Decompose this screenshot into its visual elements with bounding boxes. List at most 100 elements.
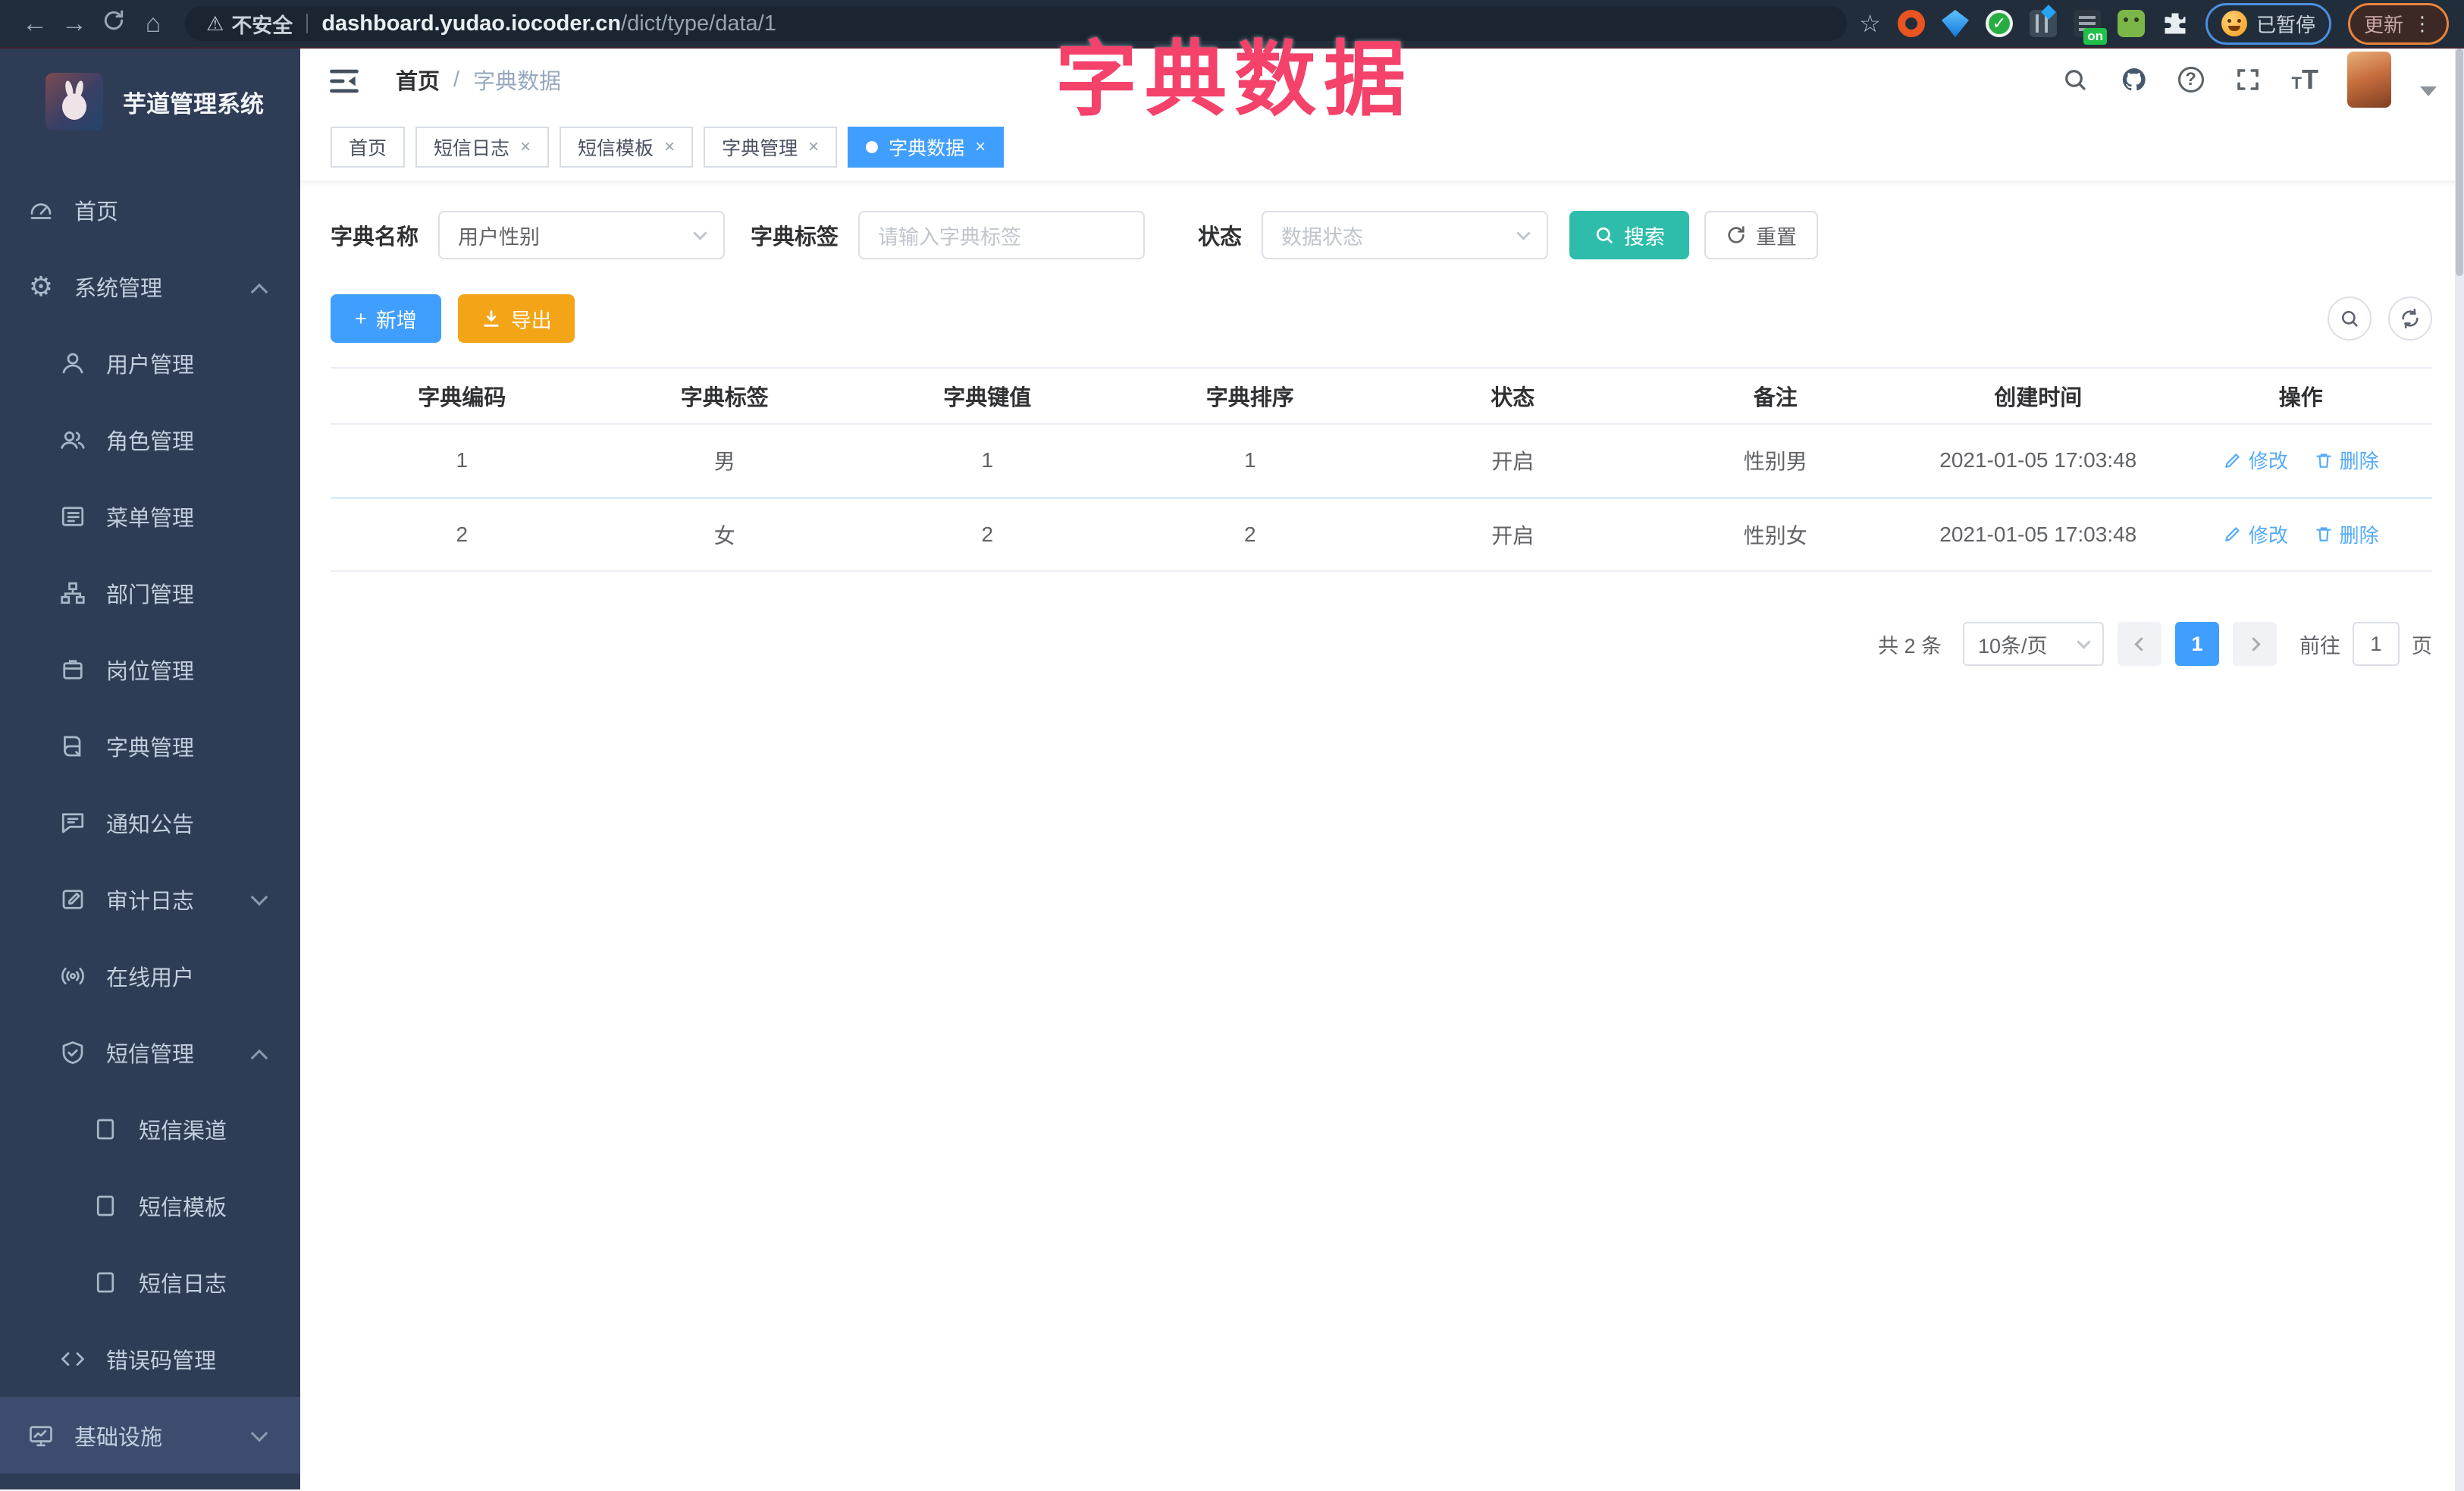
breadcrumb-separator: / bbox=[453, 67, 460, 92]
screen: ← → ⌂ ⚠ 不安全 dashboard.yudao.iocoder.cn /… bbox=[0, 0, 2464, 1491]
close-icon[interactable]: × bbox=[520, 137, 531, 158]
refresh-button[interactable] bbox=[2388, 297, 2432, 341]
post-badge-icon bbox=[58, 654, 88, 685]
avatar-caret-icon[interactable] bbox=[2420, 86, 2437, 96]
extension-robot-icon[interactable] bbox=[2117, 10, 2145, 37]
tab-dict-data[interactable]: 字典数据 × bbox=[848, 127, 1005, 168]
sidebar-item-user-mgmt[interactable]: 用户管理 bbox=[0, 325, 300, 401]
sidebar: 芋道管理系统 首页 ⚙ 系统管理 用户管理 角色管理 菜单管理 部门管理 岗位管… bbox=[0, 49, 300, 1489]
edit-button[interactable]: 修改 bbox=[2223, 520, 2288, 548]
sidebar-item-sms-mgmt[interactable]: 短信管理 bbox=[0, 1014, 300, 1091]
kebab-menu-icon[interactable]: ⋮ bbox=[2412, 12, 2433, 36]
sidebar-item-role-mgmt[interactable]: 角色管理 bbox=[0, 401, 300, 478]
sidebar-item-menu-mgmt[interactable]: 菜单管理 bbox=[0, 478, 300, 554]
sidebar-item-home[interactable]: 首页 bbox=[0, 171, 300, 248]
sidebar-item-notice[interactable]: 通知公告 bbox=[0, 784, 300, 861]
sidebar-item-system-mgmt[interactable]: ⚙ 系统管理 bbox=[0, 248, 300, 325]
extension-orange-icon[interactable] bbox=[1897, 10, 1925, 37]
delete-button[interactable]: 删除 bbox=[2314, 446, 2379, 474]
chevron-left-icon bbox=[2133, 636, 2149, 651]
page-unit-label: 页 bbox=[2412, 634, 2432, 658]
toggle-search-button[interactable] bbox=[2328, 297, 2372, 341]
table-row[interactable]: 2 女 2 2 开启 性别女 2021-01-05 17:03:48 修改 删除 bbox=[331, 498, 2432, 572]
sidebar-item-sms-template[interactable]: 短信模板 bbox=[0, 1167, 300, 1244]
table-settings bbox=[2328, 297, 2432, 341]
reset-button[interactable]: 重置 bbox=[1704, 211, 1819, 259]
gear-icon: ⚙ bbox=[28, 270, 54, 302]
extension-check-icon[interactable]: ✓ bbox=[1985, 10, 2013, 37]
fullscreen-icon[interactable] bbox=[2233, 64, 2263, 95]
chevron-right-icon bbox=[2246, 636, 2261, 651]
document-icon bbox=[90, 1191, 121, 1221]
scrollbar-thumb[interactable] bbox=[2456, 49, 2463, 276]
dict-name-select[interactable]: 用户性别 bbox=[438, 211, 726, 259]
delete-button[interactable]: 删除 bbox=[2314, 520, 2379, 548]
address-bar[interactable]: ⚠ 不安全 dashboard.yudao.iocoder.cn /dict/t… bbox=[185, 6, 1848, 41]
sidebar-item-post-mgmt[interactable]: 岗位管理 bbox=[0, 631, 300, 708]
search-icon[interactable] bbox=[2060, 64, 2090, 95]
tab-sms-log[interactable]: 短信日志 × bbox=[415, 127, 550, 168]
sidebar-item-sms-channel[interactable]: 短信渠道 bbox=[0, 1091, 300, 1167]
goto-page-input[interactable]: 1 bbox=[2353, 622, 2400, 666]
extensions-puzzle-icon[interactable] bbox=[2161, 10, 2189, 37]
sidebar-item-errcode-mgmt[interactable]: 错误码管理 bbox=[0, 1320, 300, 1397]
dict-tag-input[interactable]: 请输入字典标签 bbox=[858, 211, 1146, 259]
tab-sms-template[interactable]: 短信模板 × bbox=[560, 127, 694, 168]
profile-paused-pill[interactable]: 已暂停 bbox=[2205, 2, 2331, 45]
refresh-icon bbox=[2402, 309, 2419, 328]
bookmark-star-icon[interactable]: ☆ bbox=[1859, 9, 1881, 38]
home-icon[interactable]: ⌂ bbox=[133, 9, 173, 39]
back-icon[interactable]: ← bbox=[15, 9, 55, 39]
status-select[interactable]: 数据状态 bbox=[1262, 211, 1549, 259]
app-title: 芋道管理系统 bbox=[123, 90, 264, 118]
sidebar-item-dept-mgmt[interactable]: 部门管理 bbox=[0, 554, 300, 631]
dashboard-icon bbox=[26, 195, 56, 225]
sidebar-collapse-icon[interactable] bbox=[328, 64, 361, 95]
browser-update-button[interactable]: 更新 ⋮ bbox=[2347, 2, 2449, 45]
extension-proxy-icon[interactable]: on bbox=[2073, 10, 2107, 45]
edit-pencil-icon bbox=[2225, 527, 2240, 541]
extension-slider-icon[interactable] bbox=[2029, 10, 2057, 37]
browser-extensions-area: ☆ ✓ on 已暂停 更新 ⋮ bbox=[1859, 2, 2449, 45]
close-icon[interactable]: × bbox=[808, 137, 819, 158]
edit-button[interactable]: 修改 bbox=[2223, 446, 2288, 474]
sidebar-item-infrastructure[interactable]: 基础设施 bbox=[0, 1397, 300, 1474]
table-toolbar: + 新增 导出 bbox=[331, 294, 2432, 343]
sidebar-item-audit-log[interactable]: 审计日志 bbox=[0, 861, 300, 937]
table-row[interactable]: 1 男 1 1 开启 性别男 2021-01-05 17:03:48 修改 删除 bbox=[331, 424, 2432, 499]
add-button[interactable]: + 新增 bbox=[331, 294, 441, 343]
chevron-down-icon bbox=[693, 225, 707, 240]
forward-icon[interactable]: → bbox=[55, 9, 94, 39]
github-icon[interactable] bbox=[2119, 64, 2149, 95]
sidebar-item-sms-log[interactable]: 短信日志 bbox=[0, 1244, 300, 1320]
code-icon bbox=[58, 1344, 88, 1374]
avatar[interactable] bbox=[2347, 52, 2391, 108]
paused-label: 已暂停 bbox=[2256, 13, 2315, 36]
breadcrumb: 首页 / 字典数据 bbox=[396, 64, 561, 96]
url-separator bbox=[306, 14, 309, 33]
next-page-button[interactable] bbox=[2233, 622, 2277, 666]
insecure-warning-icon: ⚠ bbox=[206, 11, 224, 35]
prev-page-button[interactable] bbox=[2118, 622, 2161, 666]
tab-home[interactable]: 首页 bbox=[331, 127, 406, 168]
dict-tag-label: 字典标签 bbox=[751, 225, 839, 250]
window-scrollbar[interactable] bbox=[2455, 49, 2464, 1491]
header-actions: ? TT bbox=[2060, 52, 2437, 108]
sidebar-item-online-users[interactable]: 在线用户 bbox=[0, 937, 300, 1014]
page-number-1[interactable]: 1 bbox=[2175, 622, 2219, 666]
extension-gem-icon[interactable] bbox=[1941, 10, 1969, 37]
breadcrumb-home[interactable]: 首页 bbox=[396, 64, 440, 96]
font-size-icon[interactable]: TT bbox=[2292, 64, 2318, 96]
sidebar-logo-row[interactable]: 芋道管理系统 bbox=[0, 49, 300, 138]
dict-data-table: 字典编码 字典标签 字典键值 字典排序 状态 备注 创建时间 操作 1 男 1 … bbox=[331, 367, 2432, 572]
help-icon[interactable]: ? bbox=[2177, 67, 2204, 93]
close-icon[interactable]: × bbox=[664, 137, 675, 158]
search-button[interactable]: 搜索 bbox=[1569, 211, 1690, 259]
page-size-select[interactable]: 10条/页 bbox=[1963, 622, 2104, 666]
users-icon bbox=[58, 425, 88, 455]
reload-icon[interactable] bbox=[94, 8, 133, 39]
close-icon[interactable]: × bbox=[975, 137, 986, 158]
tab-dict-mgmt[interactable]: 字典管理 × bbox=[704, 127, 838, 168]
export-button[interactable]: 导出 bbox=[457, 294, 575, 343]
sidebar-item-dict-mgmt[interactable]: 字典管理 bbox=[0, 708, 300, 784]
